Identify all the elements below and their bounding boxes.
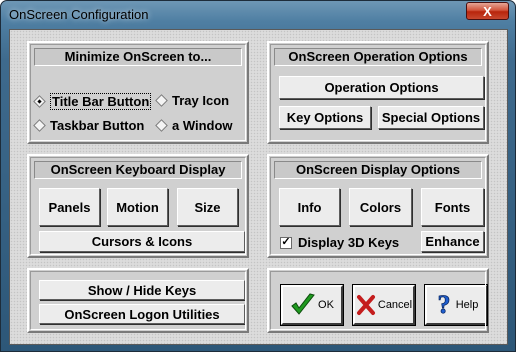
display-group: OnScreen Display Options Info Colors Fon… [267,154,489,258]
special-options-button[interactable]: Special Options [378,106,484,129]
minimize-group: Minimize OnScreen to... Title Bar Button… [27,41,249,144]
radio-label: Tray Icon [172,93,230,108]
dialog-buttons-group: OK Cancel ? Help [267,268,489,333]
info-button[interactable]: Info [279,188,340,226]
cross-icon [356,295,375,315]
help-label: Help [455,299,479,311]
radio-tray-icon[interactable]: Tray Icon [155,93,230,108]
radio-title-bar-button[interactable]: Title Bar Button [33,93,152,110]
motion-button[interactable]: Motion [107,188,168,226]
key-options-button[interactable]: Key Options [279,106,371,129]
title-bar[interactable]: OnScreen Configuration X [1,1,515,29]
logon-utilities-button[interactable]: OnScreen Logon Utilities [39,304,245,324]
fonts-button[interactable]: Fonts [421,188,484,226]
minimize-header: Minimize OnScreen to... [34,48,242,66]
close-icon: X [483,3,492,19]
radio-selected-icon [33,95,46,108]
enhance-button[interactable]: Enhance [421,231,484,252]
client-area: Minimize OnScreen to... Title Bar Button… [9,29,508,345]
operation-header: OnScreen Operation Options [274,48,482,66]
config-window: OnScreen Configuration X Minimize OnScre… [0,0,516,352]
operation-group: OnScreen Operation Options Operation Opt… [267,41,489,144]
checkmark-icon [291,293,315,315]
radio-label: Taskbar Button [50,118,145,133]
display-3d-keys-checkbox[interactable]: ✓ Display 3D Keys [280,235,399,250]
question-icon: ? [437,291,451,319]
close-button[interactable]: X [466,2,509,20]
utilities-group: Show / Hide Keys OnScreen Logon Utilitie… [27,268,249,333]
operation-options-button[interactable]: Operation Options [279,76,484,99]
radio-icon [33,119,46,132]
keyboard-header: OnScreen Keyboard Display [34,161,242,179]
radio-icon [155,119,168,132]
colors-button[interactable]: Colors [349,188,412,226]
size-button[interactable]: Size [177,188,238,226]
cancel-button[interactable]: Cancel [352,284,416,326]
svg-text:?: ? [437,291,450,319]
keyboard-group: OnScreen Keyboard Display Panels Motion … [27,154,249,258]
cancel-label: Cancel [377,299,413,311]
show-hide-keys-button[interactable]: Show / Hide Keys [39,280,245,300]
radio-a-window[interactable]: a Window [155,118,233,133]
radio-icon [155,94,168,107]
panels-button[interactable]: Panels [39,188,100,226]
window-title: OnScreen Configuration [9,7,149,22]
radio-label: Title Bar Button [50,93,152,110]
radio-taskbar-button[interactable]: Taskbar Button [33,118,145,133]
checkbox-label: Display 3D Keys [298,235,400,250]
display-header: OnScreen Display Options [274,161,482,179]
help-button[interactable]: ? Help [424,284,488,326]
checkmark-icon: ✓ [280,236,292,249]
ok-button[interactable]: OK [280,284,344,326]
ok-label: OK [318,299,334,311]
cursors-icons-button[interactable]: Cursors & Icons [39,231,245,252]
radio-label: a Window [172,118,233,133]
